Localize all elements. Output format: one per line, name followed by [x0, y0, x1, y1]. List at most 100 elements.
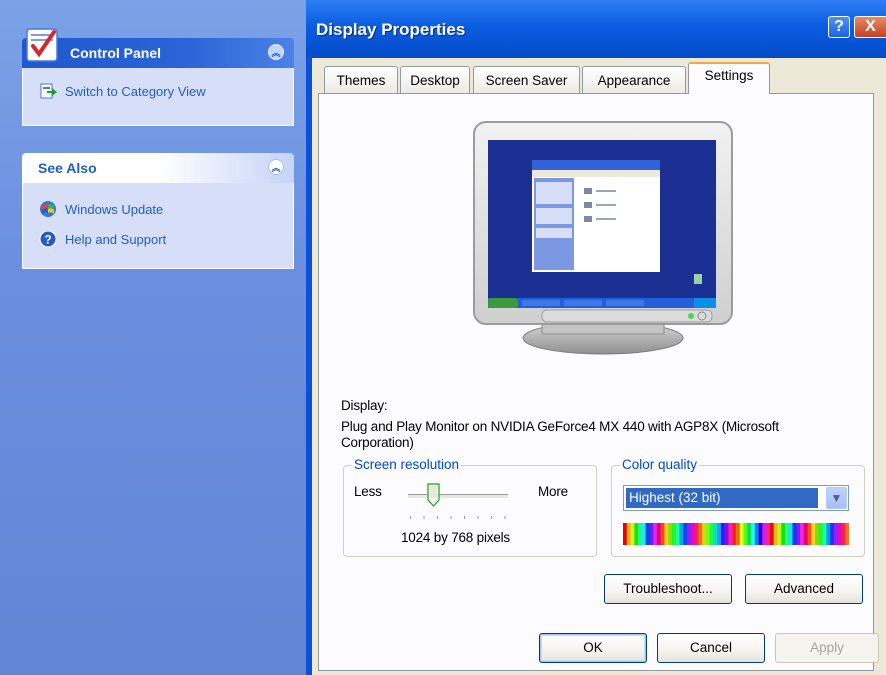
spectrum-stripe	[717, 523, 722, 545]
spectrum-stripe	[694, 523, 699, 545]
monitor-preview	[472, 120, 734, 363]
svg-text:?: ?	[44, 233, 51, 247]
slider-more-label: More	[538, 484, 568, 499]
cancel-button[interactable]: Cancel	[657, 633, 765, 663]
display-value-line-2: Corporation)	[341, 435, 414, 450]
spectrum-stripe	[784, 523, 790, 545]
spectrum-stripe	[626, 523, 632, 545]
tab-screen-saver[interactable]: Screen Saver	[473, 66, 580, 93]
tab-settings[interactable]: Settings	[688, 62, 770, 94]
spectrum-stripe	[675, 523, 680, 545]
spectrum-stripe	[653, 523, 658, 545]
see-also-group-body: Windows Update ? Help and Support	[22, 183, 294, 269]
control-panel-title: Control Panel	[70, 45, 162, 61]
spectrum-stripe	[841, 523, 846, 545]
display-value-line-1: Plug and Play Monitor on NVIDIA GeForce4…	[341, 419, 779, 434]
slider-less-label: Less	[354, 484, 382, 499]
spectrum-stripe	[668, 523, 673, 545]
troubleshoot-button[interactable]: Troubleshoot...	[604, 574, 732, 604]
spectrum-stripe	[649, 523, 654, 545]
spectrum-stripe	[830, 523, 835, 545]
spectrum-stripe	[845, 523, 850, 545]
spectrum-stripe	[781, 523, 786, 545]
spectrum-stripe	[792, 523, 797, 545]
spectrum-stripe	[766, 523, 771, 545]
switch-to-category-view-link[interactable]: Switch to Category View	[23, 79, 293, 103]
tab-appearance[interactable]: Appearance	[582, 66, 686, 93]
spectrum-stripe	[660, 523, 665, 545]
spectrum-stripe	[656, 523, 662, 545]
tab-desktop[interactable]: Desktop	[400, 66, 470, 93]
see-also-group-header[interactable]: See Also ︽	[22, 153, 294, 183]
spectrum-stripe	[769, 523, 775, 545]
spectrum-stripe	[713, 523, 718, 545]
spectrum-stripe	[815, 523, 820, 545]
spectrum-stripe	[751, 523, 756, 545]
spectrum-stripe	[679, 523, 684, 545]
slider-track	[408, 494, 508, 499]
advanced-button[interactable]: Advanced	[745, 574, 863, 604]
color-spectrum-bar	[623, 523, 850, 545]
spectrum-stripe	[720, 523, 726, 545]
display-label: Display:	[341, 398, 388, 413]
windows-update-icon	[39, 200, 57, 218]
spectrum-stripe	[833, 523, 839, 545]
spectrum-stripe	[641, 523, 647, 545]
help-button[interactable]: ?	[828, 16, 850, 38]
spectrum-stripe	[736, 523, 741, 545]
spectrum-stripe	[638, 523, 643, 545]
spectrum-stripe	[796, 523, 801, 545]
switch-view-label: Switch to Category View	[65, 83, 206, 99]
spectrum-stripe	[826, 523, 831, 545]
close-button[interactable]: X	[854, 16, 886, 38]
help-and-support-link[interactable]: ? Help and Support	[23, 227, 293, 251]
switch-view-icon	[39, 82, 58, 100]
screen-resolution-legend: Screen resolution	[352, 457, 462, 472]
collapse-chevron-icon[interactable]: ︽	[268, 159, 284, 175]
spectrum-stripe	[822, 523, 827, 545]
spectrum-stripe	[683, 523, 688, 545]
tab-themes[interactable]: Themes	[324, 66, 398, 93]
spectrum-stripe	[690, 523, 696, 545]
chevron-down-icon[interactable]: ▼	[826, 487, 847, 509]
slider-thumb[interactable]	[427, 483, 440, 507]
see-also-group: See Also ︽ Windows Update ? Help and Sup…	[22, 153, 294, 269]
spectrum-stripe	[732, 523, 737, 545]
resolution-value: 1024 by 768 pixels	[401, 530, 510, 545]
control-panel-group: Control Panel ︽ Switch to Category View	[22, 28, 294, 126]
spectrum-stripe	[702, 523, 707, 545]
help-icon: ?	[39, 230, 57, 248]
spectrum-stripe	[698, 523, 703, 545]
collapse-chevron-icon[interactable]: ︽	[268, 44, 284, 60]
spectrum-stripe	[724, 523, 729, 545]
spectrum-stripe	[634, 523, 639, 545]
spectrum-stripe	[743, 523, 748, 545]
windows-update-link[interactable]: Windows Update	[23, 197, 293, 221]
windows-update-label: Windows Update	[65, 201, 164, 217]
spectrum-stripe	[811, 523, 816, 545]
color-quality-legend: Color quality	[620, 457, 700, 472]
help-and-support-label: Help and Support	[65, 231, 167, 247]
control-panel-group-header[interactable]: Control Panel ︽	[22, 28, 294, 68]
see-also-title: See Also	[38, 160, 97, 176]
task-pane: Control Panel ︽ Switch to Category View …	[0, 0, 306, 675]
resolution-slider[interactable]	[404, 480, 512, 524]
ok-button[interactable]: OK	[539, 633, 647, 663]
spectrum-stripe	[837, 523, 842, 545]
window-title: Display Properties	[316, 20, 466, 39]
spectrum-stripe	[800, 523, 805, 545]
title-bar[interactable]: Display Properties ? X	[306, 0, 886, 58]
spectrum-stripe	[671, 523, 677, 545]
spectrum-stripe	[709, 523, 714, 545]
color-quality-dropdown[interactable]: Highest (32 bit) ▼	[623, 485, 849, 511]
control-panel-icon	[24, 26, 64, 64]
spectrum-stripe	[747, 523, 752, 545]
spectrum-stripe	[739, 523, 745, 545]
spectrum-stripe	[773, 523, 778, 545]
spectrum-stripe	[758, 523, 763, 545]
spectrum-stripe	[645, 523, 650, 545]
spectrum-stripe	[777, 523, 782, 545]
apply-button[interactable]: Apply	[775, 633, 879, 663]
spectrum-stripe	[705, 523, 711, 545]
spectrum-stripe	[788, 523, 793, 545]
